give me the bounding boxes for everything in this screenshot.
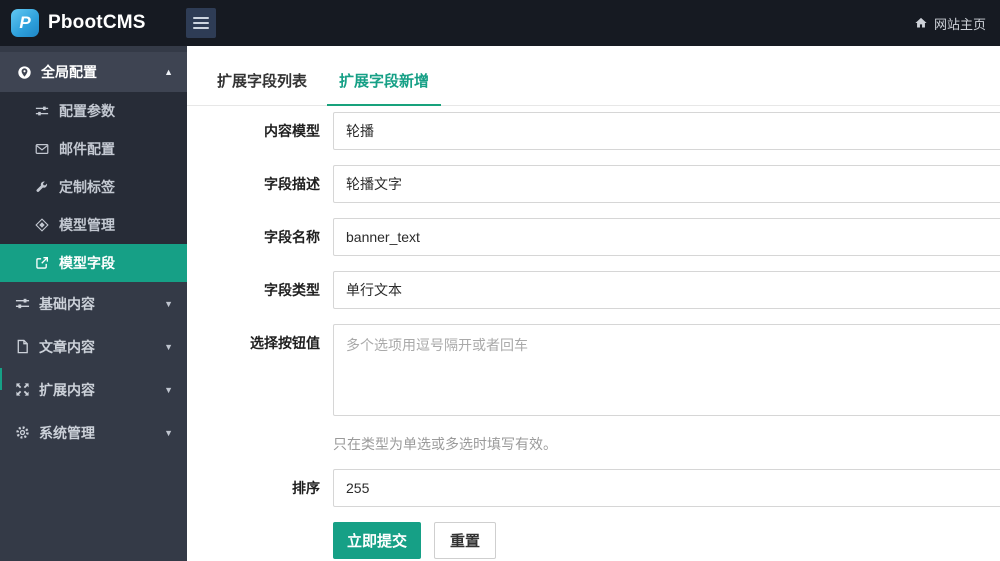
- sidebar-group-global-config[interactable]: 全局配置 ▲: [0, 52, 187, 92]
- sliders-icon: [14, 296, 30, 312]
- active-edge-accent: [0, 368, 2, 390]
- sidebar-item-mail-config[interactable]: 邮件配置: [0, 130, 187, 168]
- form-row-field-type: 字段类型: [187, 271, 1000, 309]
- sidebar-group-system-manage[interactable]: 系统管理 ▼: [0, 411, 187, 454]
- gem-icon: [34, 217, 49, 233]
- form-buttons: 立即提交 重置: [333, 522, 1000, 559]
- sidebar-group-basic-content[interactable]: 基础内容 ▼: [0, 282, 187, 325]
- main-content: 扩展字段列表 扩展字段新增 内容模型 字段描述 字段名称 字段类型: [187, 46, 1000, 561]
- chevron-down-icon: ▼: [164, 384, 173, 395]
- sidebar-item-custom-tags[interactable]: 定制标签: [0, 168, 187, 206]
- form-row-field-name: 字段名称: [187, 218, 1000, 256]
- sidebar-group-label: 基础内容: [39, 295, 95, 312]
- sidebar: 全局配置 ▲ 配置参数 邮件配置 定制标签 模型管理 模型字段 基础内容 ▼ 文…: [0, 46, 187, 561]
- hamburger-icon: [193, 17, 209, 19]
- sidebar-item-model-manage[interactable]: 模型管理: [0, 206, 187, 244]
- home-icon: [914, 16, 928, 30]
- pbootcms-logo-icon: P: [11, 9, 39, 37]
- sidebar-toggle-button[interactable]: [186, 8, 216, 38]
- tab-extended-field-list[interactable]: 扩展字段列表: [205, 60, 319, 105]
- option-values-textarea[interactable]: [333, 324, 1000, 416]
- site-home-label: 网站主页: [933, 16, 986, 32]
- arrows-icon: [14, 382, 30, 398]
- brand[interactable]: P PbootCMS: [11, 0, 146, 46]
- tab-extended-field-add[interactable]: 扩展字段新增: [327, 60, 442, 106]
- content-model-select[interactable]: [333, 112, 1000, 150]
- topbar: P PbootCMS 网站主页: [0, 0, 1000, 46]
- sidebar-group-extended-content[interactable]: 扩展内容 ▼: [0, 368, 187, 411]
- chevron-down-icon: ▼: [164, 427, 173, 438]
- sidebar-item-label: 模型管理: [59, 217, 115, 233]
- reset-button[interactable]: 重置: [434, 522, 496, 559]
- option-values-label: 选择按钮值: [250, 335, 320, 351]
- sidebar-group-label: 文章内容: [39, 338, 95, 355]
- map-marker-circle-icon: [16, 64, 32, 80]
- submit-button[interactable]: 立即提交: [333, 522, 421, 559]
- field-name-input[interactable]: [333, 218, 1000, 256]
- chevron-down-icon: ▼: [164, 341, 173, 352]
- sliders-icon: [34, 103, 49, 119]
- sidebar-group-label: 全局配置: [41, 64, 97, 80]
- sidebar-group-article-content[interactable]: 文章内容 ▼: [0, 325, 187, 368]
- field-desc-input[interactable]: [333, 165, 1000, 203]
- envelope-icon: [34, 141, 49, 157]
- sidebar-item-label: 模型字段: [59, 255, 115, 271]
- sidebar-item-config-params[interactable]: 配置参数: [0, 92, 187, 130]
- wrench-icon: [34, 179, 49, 195]
- sidebar-group-label: 系统管理: [39, 424, 95, 441]
- sort-input[interactable]: [333, 469, 1000, 507]
- sidebar-item-label: 邮件配置: [59, 141, 115, 157]
- sidebar-item-label: 定制标签: [59, 179, 115, 195]
- form-row-sort: 排序: [187, 469, 1000, 507]
- field-type-label: 字段类型: [264, 282, 320, 298]
- chevron-down-icon: ▼: [164, 298, 173, 309]
- sidebar-submenu-global-config: 配置参数 邮件配置 定制标签 模型管理 模型字段: [0, 92, 187, 282]
- chevron-up-icon: ▲: [164, 67, 173, 77]
- content-model-label: 内容模型: [264, 123, 320, 139]
- file-icon: [14, 339, 30, 355]
- brand-name: PbootCMS: [48, 12, 146, 33]
- tab-bar: 扩展字段列表 扩展字段新增: [187, 60, 1000, 106]
- sidebar-item-label: 配置参数: [59, 103, 115, 119]
- field-name-label: 字段名称: [264, 229, 320, 245]
- gear-icon: [14, 425, 30, 441]
- external-link-icon: [34, 255, 49, 271]
- extended-field-form: 内容模型 字段描述 字段名称 字段类型 选择按钮值: [187, 112, 1000, 559]
- field-desc-label: 字段描述: [264, 176, 320, 192]
- sidebar-item-model-fields[interactable]: 模型字段: [0, 244, 187, 282]
- form-row-option-values: 选择按钮值 只在类型为单选或多选时填写有效。: [187, 324, 1000, 454]
- site-home-link[interactable]: 网站主页: [914, 0, 986, 46]
- field-type-select[interactable]: [333, 271, 1000, 309]
- form-row-content-model: 内容模型: [187, 112, 1000, 150]
- sidebar-group-label: 扩展内容: [39, 381, 95, 398]
- sort-label: 排序: [292, 480, 320, 496]
- option-values-help-text: 只在类型为单选或多选时填写有效。: [333, 436, 557, 452]
- form-row-field-desc: 字段描述: [187, 165, 1000, 203]
